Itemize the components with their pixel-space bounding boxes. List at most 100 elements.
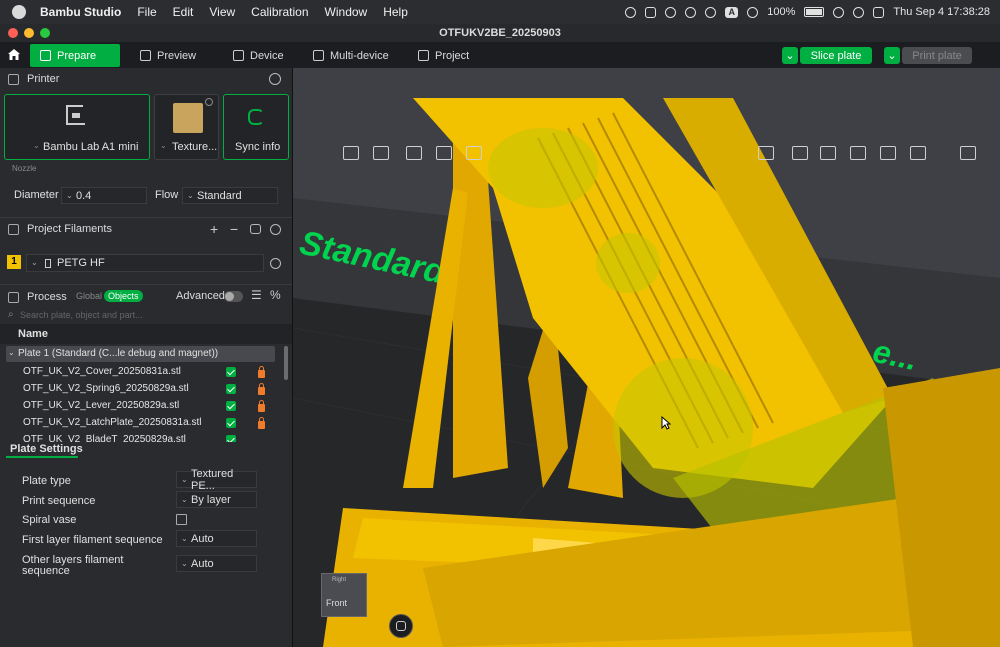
assembly-icon[interactable] xyxy=(845,142,871,164)
object-search-placeholder: Search plate, object and part... xyxy=(20,310,143,320)
3d-viewport[interactable]: Standard to e... Right Front xyxy=(293,68,1000,647)
control-center-icon[interactable] xyxy=(873,6,885,18)
focus-icon xyxy=(396,621,406,631)
slice-plate-button[interactable]: Slice plate xyxy=(800,47,872,64)
plate-type-chevron-icon: ⌄ xyxy=(181,475,188,484)
menu-file[interactable]: File xyxy=(137,5,156,19)
filament-index-badge: 1 xyxy=(7,255,21,269)
multi-device-icon xyxy=(313,50,324,61)
plate-settings-underline xyxy=(6,456,78,458)
add-filament-icon[interactable]: + xyxy=(210,221,218,237)
battery-icon[interactable] xyxy=(804,7,825,17)
lock-icon[interactable] xyxy=(258,366,265,378)
diameter-label: Diameter xyxy=(14,189,59,201)
printer-settings-gear-icon[interactable] xyxy=(269,73,281,85)
printer-card[interactable]: ⌄ Bambu Lab A1 mini xyxy=(4,94,150,160)
flow-chevron-icon: ⌄ xyxy=(187,191,194,200)
flow-value: Standard xyxy=(197,189,242,202)
user-icon[interactable] xyxy=(747,6,759,18)
print-dropdown-chevron-icon[interactable]: ⌄ xyxy=(884,47,900,64)
display-icon[interactable] xyxy=(645,6,657,18)
plate-layout-icon[interactable] xyxy=(431,142,457,164)
object-list-scrollbar[interactable] xyxy=(284,346,288,380)
diameter-value: 0.4 xyxy=(76,189,92,202)
menu-app[interactable]: Bambu Studio xyxy=(40,5,121,19)
remove-filament-circle-icon[interactable] xyxy=(270,258,281,269)
record-icon[interactable] xyxy=(625,6,637,18)
plate-type-select[interactable]: ⌄ Textured PE... xyxy=(176,468,257,492)
text-tool-icon[interactable] xyxy=(753,142,779,164)
project-icon xyxy=(418,50,429,61)
object-visible-checkbox[interactable] xyxy=(226,367,236,377)
menu-calibration[interactable]: Calibration xyxy=(251,5,308,19)
plate-collapse-chevron-icon[interactable]: ⌄ xyxy=(8,348,15,357)
object-visible-checkbox[interactable] xyxy=(226,384,236,394)
percent-icon[interactable]: % xyxy=(270,288,281,302)
remove-filament-icon[interactable]: − xyxy=(230,221,238,237)
menu-edit[interactable]: Edit xyxy=(173,5,194,19)
process-icon xyxy=(8,291,19,303)
tab-device[interactable]: Device xyxy=(233,44,284,67)
process-objects-tab[interactable]: Objects xyxy=(104,290,143,302)
advanced-toggle[interactable] xyxy=(224,291,243,302)
play-icon[interactable] xyxy=(685,6,697,18)
menu-help[interactable]: Help xyxy=(383,5,408,19)
apple-icon[interactable] xyxy=(12,5,26,19)
wifi-icon[interactable] xyxy=(833,6,845,18)
plate-info-icon[interactable] xyxy=(205,98,213,106)
measure-icon[interactable] xyxy=(815,142,841,164)
tab-project[interactable]: Project xyxy=(418,44,469,67)
sync-icon xyxy=(248,109,264,125)
sync-info-button[interactable]: Sync info xyxy=(223,94,289,160)
add-object-icon[interactable] xyxy=(338,142,364,164)
process-global-tab[interactable]: Global xyxy=(76,291,102,301)
tab-preview[interactable]: Preview xyxy=(140,44,196,67)
first-layer-sequence-select[interactable]: ⌄ Auto xyxy=(176,530,257,547)
input-source-icon[interactable]: A xyxy=(725,6,739,18)
split-icon[interactable] xyxy=(461,142,487,164)
spiral-vase-checkbox[interactable] xyxy=(176,514,187,525)
clock-icon[interactable] xyxy=(705,6,717,18)
arrange-grid-icon[interactable] xyxy=(368,142,394,164)
filament-settings-gear-icon[interactable] xyxy=(270,224,281,235)
recenter-view-button[interactable] xyxy=(389,614,413,638)
plate-card[interactable]: ⌄ Texture... xyxy=(154,94,219,160)
print-plate-button[interactable]: Print plate xyxy=(902,47,972,64)
menubar: Bambu Studio File Edit View Calibration … xyxy=(0,0,1000,24)
print-sequence-chevron-icon: ⌄ xyxy=(181,495,188,504)
plate-row[interactable]: ⌄ Plate 1 (Standard (C...le debug and ma… xyxy=(6,346,275,362)
printer-name: Bambu Lab A1 mini xyxy=(43,141,139,153)
seam-paint-icon[interactable] xyxy=(875,142,901,164)
flow-select[interactable]: ⌄ Standard xyxy=(182,187,278,204)
divider xyxy=(0,284,292,285)
lock-icon[interactable] xyxy=(258,383,265,395)
filament-select[interactable]: ⌄ PETG HF xyxy=(26,254,264,272)
name-column-header[interactable]: Name xyxy=(18,328,48,340)
more-tools-icon[interactable] xyxy=(905,142,931,164)
other-layers-sequence-select[interactable]: ⌄ Auto xyxy=(176,555,257,572)
battery-percent: 100% xyxy=(767,6,796,18)
filament-section-icon xyxy=(8,223,19,235)
object-search-input[interactable]: ⌕ Search plate, object and part... xyxy=(4,308,288,324)
menu-view[interactable]: View xyxy=(209,5,235,19)
preview-icon xyxy=(140,50,151,61)
print-sequence-select[interactable]: ⌄ By layer xyxy=(176,491,257,508)
tab-multi-device[interactable]: Multi-device xyxy=(313,44,389,67)
search-icon[interactable] xyxy=(853,6,865,18)
lock-icon[interactable] xyxy=(258,400,265,412)
list-view-icon[interactable]: ☰ xyxy=(251,288,262,302)
moon-icon[interactable] xyxy=(665,6,677,18)
object-visible-checkbox[interactable] xyxy=(226,418,236,428)
home-icon[interactable] xyxy=(7,48,21,61)
lock-icon[interactable] xyxy=(258,417,265,429)
slice-dropdown-chevron-icon[interactable]: ⌄ xyxy=(782,47,798,64)
view-cube[interactable]: Right Front xyxy=(321,573,367,617)
diameter-select[interactable]: ⌄ 0.4 xyxy=(61,187,147,204)
mesh-boolean-icon[interactable] xyxy=(787,142,813,164)
tab-prepare[interactable]: Prepare xyxy=(30,44,120,67)
view-settings-icon[interactable] xyxy=(955,142,981,164)
filament-sync-icon[interactable] xyxy=(250,224,261,234)
orient-icon[interactable] xyxy=(401,142,427,164)
object-visible-checkbox[interactable] xyxy=(226,401,236,411)
menu-window[interactable]: Window xyxy=(325,5,368,19)
